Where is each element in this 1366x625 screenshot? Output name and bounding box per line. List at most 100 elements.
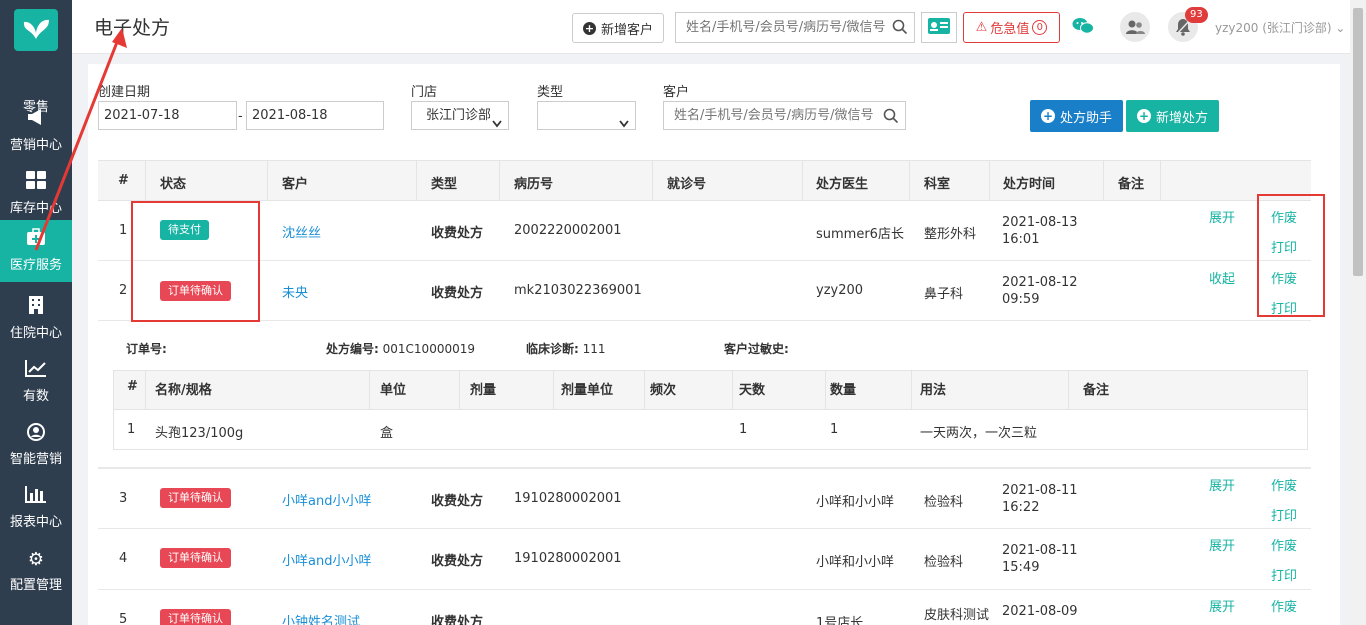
print-link[interactable]: 打印	[1271, 565, 1297, 584]
new-customer-button[interactable]: + 新增客户	[572, 13, 664, 43]
customer-link[interactable]: 未央	[282, 282, 308, 301]
rx-helper-label: 处方助手	[1059, 110, 1112, 126]
chevron-down-icon	[619, 111, 629, 138]
sidebar-item-config[interactable]: ⚙ 配置管理	[0, 540, 72, 602]
plus-icon: +	[1136, 109, 1151, 123]
id-card-button[interactable]	[921, 12, 957, 43]
column-header: 科室	[924, 177, 951, 192]
rx-time: 16:01	[1002, 232, 1040, 247]
column-header: 类型	[431, 177, 458, 192]
customer-link[interactable]: 小咩and小小咩	[282, 490, 371, 509]
sidebar-item-label: 住院中心	[9, 326, 62, 341]
smart-marketing-icon	[0, 422, 72, 446]
user-menu[interactable]: yzy200 (张江门诊部) ⌄	[1215, 19, 1345, 36]
new-prescription-label: 新增处方	[1155, 110, 1208, 126]
customer-search-box[interactable]	[663, 101, 906, 130]
customer-link[interactable]: 小钟姓名测试	[282, 611, 360, 625]
building-icon	[0, 296, 72, 320]
bar-chart-icon	[0, 485, 72, 509]
rx-type: 收费处方	[431, 286, 484, 301]
column-header: 备注	[1118, 177, 1145, 192]
void-link[interactable]: 作废	[1271, 475, 1297, 494]
notification-badge: 93	[1185, 7, 1208, 23]
expand-link[interactable]: 展开	[1209, 535, 1235, 554]
department: 皮肤科测试	[924, 608, 990, 623]
customer-link[interactable]: 小咩and小小咩	[282, 550, 371, 569]
usage: 一天两次，一次三粒	[920, 426, 1038, 441]
collapse-link[interactable]: 收起	[1209, 268, 1235, 287]
doctor-name: yzy200	[816, 283, 864, 298]
id-card-icon	[927, 17, 951, 39]
warning-icon: ⚠	[975, 20, 988, 35]
group-icon[interactable]	[1120, 12, 1150, 42]
type-select[interactable]	[537, 101, 636, 130]
medication-table: # 名称/规格 单位 剂量 剂量单位 频次 天数 数量 用法 备注 1 头孢12…	[113, 370, 1308, 450]
rx-helper-button[interactable]: + 处方助手	[1030, 100, 1123, 132]
rx-date: 2021-08-12	[1002, 275, 1078, 290]
column-header: 处方时间	[1003, 177, 1056, 192]
top-search-input[interactable]	[676, 13, 886, 42]
rx-time: 09:59	[1002, 292, 1040, 307]
column-header: 备注	[1083, 383, 1110, 398]
table-row: 2 订单待确认 未央 收费处方 mk2103022369001 yzy200 鼻…	[98, 261, 1311, 321]
search-icon[interactable]	[883, 107, 899, 134]
print-link[interactable]: 打印	[1271, 505, 1297, 524]
main-content: 创建日期 2021-07-18 - 2021-08-18 门店 张江门诊部 类型…	[88, 64, 1340, 625]
table-header: # 状态 客户 类型 病历号 就诊号 处方医生 科室 处方时间 备注	[98, 160, 1311, 202]
sidebar-item-inpatient[interactable]: 住院中心	[0, 288, 72, 350]
void-link[interactable]: 作废	[1271, 596, 1297, 615]
rx-date: 2021-08-09	[1002, 604, 1078, 619]
sidebar-item-label: 报表中心	[9, 515, 62, 530]
column-header: 就诊号	[667, 177, 707, 192]
sidebar-item-label: 配置管理	[9, 578, 62, 593]
sidebar-item-label: 有数	[22, 389, 49, 404]
row-number: 2	[119, 283, 128, 298]
column-header: 数量	[830, 383, 857, 398]
scrollbar-thumb[interactable]	[1353, 8, 1363, 276]
plus-icon: +	[582, 21, 596, 35]
table-row: 1 待支付 沈丝丝 收费处方 2002220002001 summer6店长 整…	[98, 201, 1311, 261]
rx-type: 收费处方	[431, 494, 484, 509]
rx-date: 2021-08-13	[1002, 215, 1078, 230]
department: 检验科	[924, 495, 964, 510]
days: 1	[739, 422, 748, 437]
sidebar-item-reports[interactable]: 报表中心	[0, 477, 72, 539]
row-number: 1	[127, 422, 136, 437]
sidebar-item-label: 智能营销	[9, 452, 62, 467]
expand-link[interactable]: 展开	[1209, 475, 1235, 494]
search-icon[interactable]	[892, 19, 908, 39]
wechat-icon[interactable]	[1072, 16, 1094, 40]
date-to-input[interactable]: 2021-08-18	[246, 101, 384, 130]
prescription-detail: 订单号: 处方编号: 001C10000019 临床诊断: 111 客户过敏史:…	[98, 321, 1311, 468]
column-header: 处方医生	[816, 177, 869, 192]
allergy-history-label: 客户过敏史:	[724, 342, 789, 356]
record-number: 1910280002001	[514, 491, 622, 506]
void-link[interactable]: 作废	[1271, 535, 1297, 554]
column-header: 病历号	[514, 177, 554, 192]
column-header: 单位	[380, 383, 407, 398]
plus-icon: +	[1040, 109, 1055, 123]
critical-value-button[interactable]: ⚠ 危急值 0	[963, 12, 1060, 43]
expand-link[interactable]: 展开	[1209, 596, 1235, 615]
date-separator: -	[238, 109, 243, 124]
new-prescription-button[interactable]: + 新增处方	[1126, 100, 1219, 132]
customer-link[interactable]: 沈丝丝	[282, 222, 321, 241]
rx-date: 2021-08-11	[1002, 543, 1078, 558]
line-chart-icon	[0, 359, 72, 383]
column-header: 剂量单位	[561, 383, 614, 398]
top-search-box[interactable]	[675, 12, 915, 43]
rx-type: 收费处方	[431, 226, 484, 241]
rx-time: 15:49	[1002, 560, 1040, 575]
record-number: 1910280002001	[514, 551, 622, 566]
status-badge: 订单待确认	[160, 609, 231, 625]
store-select[interactable]: 张江门诊部	[411, 101, 509, 130]
sidebar-item-analytics[interactable]: 有数	[0, 351, 72, 413]
column-header: 剂量	[470, 383, 497, 398]
column-header: 名称/规格	[155, 383, 212, 398]
department: 鼻子科	[924, 287, 964, 302]
scrollbar[interactable]	[1350, 0, 1366, 625]
expand-link[interactable]: 展开	[1209, 207, 1235, 226]
customer-search-input[interactable]	[664, 102, 876, 129]
top-bar: 电子处方 + 新增客户 ⚠ 危急值 0 93 yzy200 (张江门诊部) ⌄	[72, 0, 1366, 54]
sidebar-item-smart-marketing[interactable]: 智能营销	[0, 414, 72, 476]
